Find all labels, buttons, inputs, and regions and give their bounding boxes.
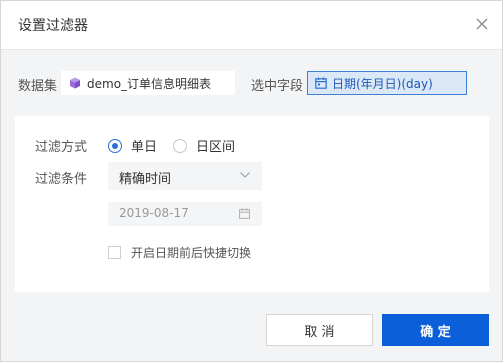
cancel-button[interactable]: 取 消 (266, 314, 373, 346)
checkbox-box[interactable] (108, 246, 121, 259)
condition-select[interactable]: 精确时间 (108, 162, 262, 190)
date-value: 2019-08-17 (119, 206, 189, 220)
radio-date-range[interactable]: 日区间 (173, 136, 235, 155)
dialog-footer: 取 消 确 定 (1, 299, 502, 361)
filter-settings-panel: 过滤方式 单日 日区间 过滤条件 精确时间 2019-08-17 开启日期前后快… (15, 116, 489, 292)
filter-dialog: 设置过滤器 数据集 demo_订单信息明细表 选中字段 日期(年月日)(day) (0, 0, 503, 362)
radio-single-day-label: 单日 (131, 140, 158, 155)
close-icon[interactable] (476, 18, 488, 30)
confirm-button[interactable]: 确 定 (382, 314, 489, 346)
calendar-icon (239, 208, 250, 219)
filter-condition-label: 过滤条件 (35, 172, 88, 187)
quick-switch-label: 开启日期前后快捷切换 (131, 246, 252, 260)
selected-field-name: 日期(年月日)(day) (332, 76, 433, 91)
dataset-label: 数据集 (18, 79, 58, 94)
dialog-body: 数据集 demo_订单信息明细表 选中字段 日期(年月日)(day) 过滤方式 (1, 50, 502, 299)
condition-select-value: 精确时间 (119, 172, 172, 187)
dataset-name: demo_订单信息明细表 (87, 76, 212, 91)
field-label: 选中字段 (251, 79, 304, 94)
selected-field: 日期(年月日)(day) (307, 71, 467, 95)
chevron-down-icon (240, 172, 250, 178)
radio-dot-unchecked[interactable] (173, 138, 187, 153)
dialog-title: 设置过滤器 (18, 18, 88, 34)
dialog-header: 设置过滤器 (1, 1, 502, 50)
radio-date-range-label: 日区间 (196, 140, 236, 155)
date-picker[interactable]: 2019-08-17 (108, 202, 262, 226)
cube-icon (70, 77, 80, 89)
dataset-display: demo_订单信息明细表 (61, 71, 235, 95)
radio-dot-checked[interactable] (108, 138, 122, 153)
filter-mode-label: 过滤方式 (35, 140, 88, 155)
radio-single-day[interactable]: 单日 (108, 136, 157, 155)
calendar-icon (315, 77, 327, 89)
quick-switch-checkbox[interactable]: 开启日期前后快捷切换 (108, 244, 251, 261)
